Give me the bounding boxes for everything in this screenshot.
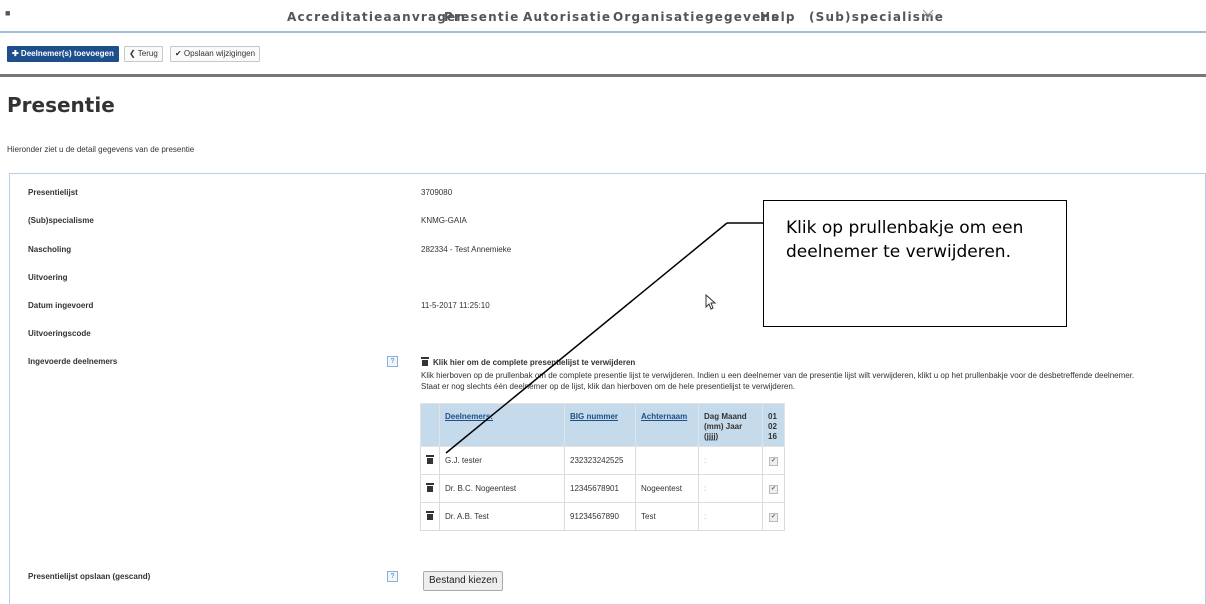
cell-date[interactable]: :	[698, 446, 763, 475]
trash-icon[interactable]	[426, 483, 434, 492]
cell-name: Dr. A.B. Test	[439, 502, 565, 531]
choose-file-button[interactable]: Bestand kiezen	[423, 571, 504, 591]
help-icon[interactable]: ?	[387, 571, 398, 582]
help-icon[interactable]: ?	[387, 356, 398, 367]
nav-item-presentie[interactable]: Presentie	[444, 10, 519, 24]
header-trash-col	[420, 403, 440, 447]
annotation-text: Klik op prullenbakje om een deelnemer te…	[786, 218, 1024, 262]
label-datum-ingevoerd: Datum ingevoerd	[28, 301, 94, 310]
row-trash-cell[interactable]	[420, 474, 440, 503]
value-nascholing: 282334 - Test Annemieke	[421, 245, 512, 254]
label-presentielijst: Presentielijst	[28, 188, 78, 197]
row-trash-cell[interactable]	[420, 446, 440, 475]
cell-big: 91234567890	[564, 502, 636, 531]
delete-all-title[interactable]: Klik hier om de complete presentielijst …	[433, 358, 635, 367]
label-uitvoering: Uitvoering	[28, 273, 68, 282]
nav-item-accreditatieaanvragen[interactable]: Accreditatieaanvragen	[287, 10, 466, 24]
value-presentielijst: 3709080	[421, 188, 453, 197]
participants-table: Deelnemers: BIG nummer Achternaam Dag Ma…	[420, 403, 785, 531]
attendance-checkbox[interactable]: ✔	[769, 513, 778, 522]
cell-date[interactable]: :	[698, 502, 763, 531]
back-button[interactable]: ❮ Terug	[124, 46, 163, 62]
cell-check[interactable]: ✔	[762, 474, 785, 503]
page-title: Presentie	[7, 93, 115, 117]
trash-icon[interactable]	[421, 357, 429, 366]
label-nascholing: Nascholing	[28, 245, 72, 254]
cell-big: 12345678901	[564, 474, 636, 503]
cell-name: G.J. tester	[439, 446, 565, 475]
label-presentielijst-opslaan: Presentielijst opslaan (gescand)	[28, 572, 151, 581]
nav-item-autorisatie[interactable]: Autorisatie	[523, 10, 611, 24]
trash-icon[interactable]	[426, 511, 434, 520]
header-deelnemers[interactable]: Deelnemers:	[439, 403, 565, 447]
attendance-checkbox[interactable]: ✔	[769, 457, 778, 466]
header-date: Dag Maand (mm) Jaar (jjjj)	[698, 403, 763, 447]
table-row: G.J. tester 232323242525 : ✔	[420, 446, 785, 475]
row-trash-cell[interactable]	[420, 502, 440, 531]
value-subspecialisme: KNMG-GAIA	[421, 216, 467, 225]
cell-achternaam	[635, 446, 699, 475]
label-uitvoeringscode: Uitvoeringscode	[28, 329, 91, 338]
delete-all-link[interactable]: Klik hier om de complete presentielijst …	[421, 357, 635, 367]
logo-mark: ■	[5, 8, 11, 18]
delete-all-instructions: Klik hierboven op de prullenbak om de co…	[421, 371, 1135, 391]
header-session-date: 01 02 16	[762, 403, 785, 447]
table-header-row: Deelnemers: BIG nummer Achternaam Dag Ma…	[420, 403, 785, 447]
nav-item-organisatiegegevens[interactable]: Organisatiegegevens	[613, 10, 780, 24]
table-row: Dr. B.C. Nogeentest 12345678901 Nogeente…	[420, 474, 785, 503]
page-subtitle: Hieronder ziet u de detail gegevens van …	[7, 145, 195, 154]
nav-item-help[interactable]: Help	[760, 10, 796, 24]
label-ingevoerde-deelnemers: Ingevoerde deelnemers	[28, 357, 118, 366]
chevron-down-icon[interactable]	[921, 6, 935, 20]
cell-check[interactable]: ✔	[762, 446, 785, 475]
cell-achternaam: Test	[635, 502, 699, 531]
annotation-callout: Klik op prullenbakje om een deelnemer te…	[763, 200, 1067, 327]
label-subspecialisme: (Sub)specialisme	[28, 216, 94, 225]
header-achternaam[interactable]: Achternaam	[635, 403, 699, 447]
cell-date[interactable]: :	[698, 474, 763, 503]
cell-check[interactable]: ✔	[762, 502, 785, 531]
cell-name: Dr. B.C. Nogeentest	[439, 474, 565, 503]
divider	[0, 74, 1206, 77]
save-changes-button[interactable]: ✔ Opslaan wijzigingen	[170, 46, 261, 62]
add-participants-button[interactable]: ✚ Deelnemer(s) toevoegen	[7, 46, 119, 62]
cell-big: 232323242525	[564, 446, 636, 475]
attendance-checkbox[interactable]: ✔	[769, 485, 778, 494]
trash-icon[interactable]	[426, 455, 434, 464]
table-row: Dr. A.B. Test 91234567890 Test : ✔	[420, 502, 785, 531]
value-datum-ingevoerd: 11-5-2017 11:25:10	[421, 301, 490, 310]
top-navbar: ■ Accreditatieaanvragen Presentie Autori…	[0, 0, 1206, 33]
header-big-nummer[interactable]: BIG nummer	[564, 403, 636, 447]
cell-achternaam: Nogeentest	[635, 474, 699, 503]
mouse-cursor-icon	[705, 294, 717, 310]
